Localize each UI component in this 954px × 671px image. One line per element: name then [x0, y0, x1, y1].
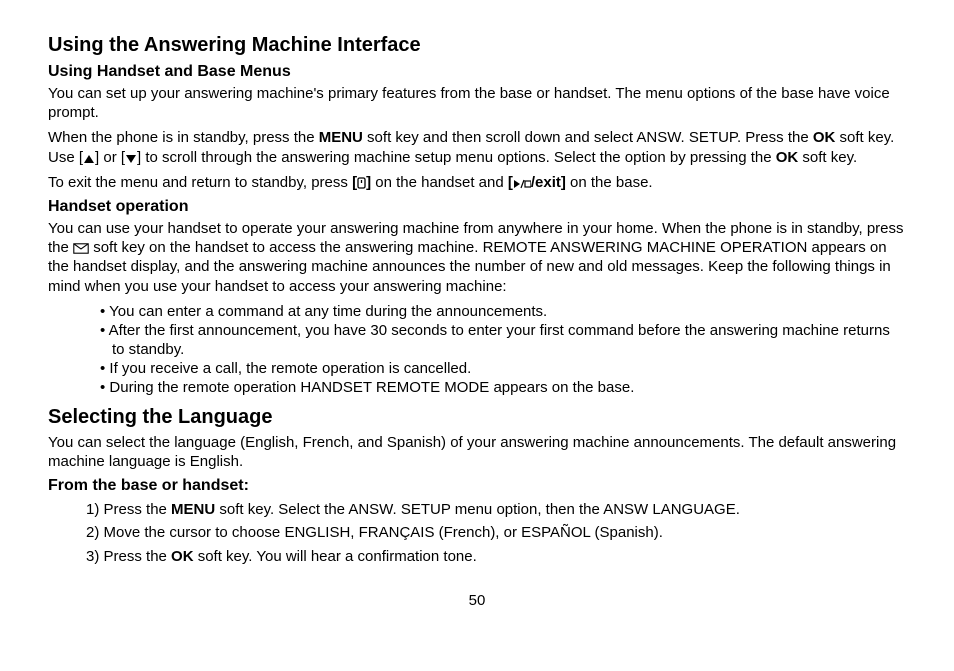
text: soft key. You will hear a confirmation t… [194, 548, 477, 565]
subsection-title-base-handset: From the base or handset: [48, 477, 906, 495]
text: ] to scroll through the answering machin… [137, 149, 776, 166]
text: soft key. Select the ANSW. SETUP menu op… [215, 501, 740, 518]
subsection-title-menus: Using Handset and Base Menus [48, 63, 906, 81]
text: Press the [104, 501, 172, 518]
text: To exit the menu and return to standby, … [48, 174, 352, 191]
text: soft key and then scroll down and select… [363, 129, 813, 146]
text: Press the [104, 548, 172, 565]
subsection-title-handset: Handset operation [48, 198, 906, 216]
list-item: After the first announcement, you have 3… [112, 321, 906, 359]
bold-text: OK [813, 129, 836, 146]
list-item: Move the cursor to choose ENGLISH, FRANÇ… [112, 521, 906, 544]
text: soft key on the handset to access the an… [48, 239, 891, 294]
paragraph: When the phone is in standby, press the … [48, 128, 906, 166]
paragraph: You can select the language (English, Fr… [48, 433, 906, 471]
list-item: Press the MENU soft key. Select the ANSW… [112, 498, 906, 521]
play-stop-icon [513, 179, 531, 189]
text: soft key. [798, 149, 857, 166]
text: When the phone is in standby, press the [48, 129, 319, 146]
message-icon [73, 243, 89, 254]
text: on the base. [566, 174, 653, 191]
exit-key-label: [/exit] [508, 174, 566, 191]
text: ] or [ [95, 149, 125, 166]
bullet-list: You can enter a command at any time duri… [48, 302, 906, 398]
bold-text: OK [171, 548, 194, 565]
section-title-2: Selecting the Language [48, 406, 906, 429]
text: on the handset and [371, 174, 508, 191]
paragraph: You can set up your answering machine's … [48, 84, 906, 122]
list-item: If you receive a call, the remote operat… [112, 359, 906, 378]
down-arrow-icon [125, 154, 137, 164]
end-key-label: [] [352, 174, 371, 191]
list-item: You can enter a command at any time duri… [112, 302, 906, 321]
page-number: 50 [48, 592, 906, 609]
bold-text: MENU [171, 501, 215, 518]
paragraph: To exit the menu and return to standby, … [48, 173, 906, 192]
bold-text: OK [776, 149, 799, 166]
up-arrow-icon [83, 154, 95, 164]
bold-text: MENU [319, 129, 363, 146]
end-call-icon [357, 177, 366, 189]
numbered-list: Press the MENU soft key. Select the ANSW… [48, 498, 906, 568]
section-title-1: Using the Answering Machine Interface [48, 34, 906, 57]
manual-page: Using the Answering Machine Interface Us… [0, 0, 954, 627]
list-item: Press the OK soft key. You will hear a c… [112, 545, 906, 568]
paragraph: You can use your handset to operate your… [48, 219, 906, 296]
list-item: During the remote operation HANDSET REMO… [112, 378, 906, 397]
